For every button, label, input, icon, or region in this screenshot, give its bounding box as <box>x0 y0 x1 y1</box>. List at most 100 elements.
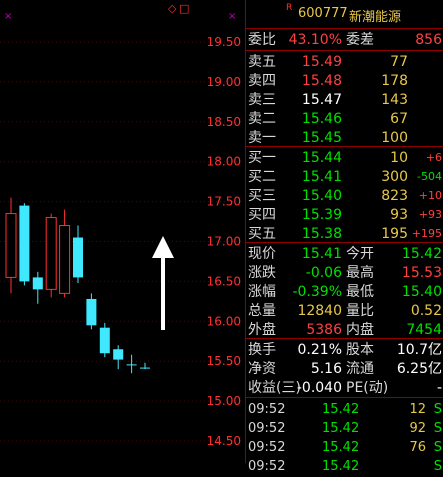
candle[interactable] <box>113 345 124 370</box>
square-icon[interactable]: □ <box>179 2 189 15</box>
chart-corner-marker-left: × <box>4 11 12 22</box>
diamond-icon[interactable]: ◇ <box>168 2 177 15</box>
quote-value: 15.40 <box>401 284 442 300</box>
candle[interactable] <box>5 197 17 294</box>
candle[interactable] <box>19 203 30 286</box>
quote-row[interactable]: 总量 12840 量比 0.52 <box>246 301 443 321</box>
candle[interactable] <box>140 362 150 370</box>
quote-label: 涨跌 <box>248 265 276 281</box>
bid-price: 15.40 <box>301 188 342 204</box>
quote-row[interactable]: 外盘 5386 内盘 7454 <box>246 320 443 340</box>
quote-value: 15.42 <box>401 246 442 262</box>
trade-time: 09:52 <box>248 459 286 474</box>
quote-label: 量比 <box>346 303 374 319</box>
quote-label: 外盘 <box>248 322 276 338</box>
bid-row[interactable]: 买一 15.44 10 +6 <box>246 148 443 168</box>
trade-row[interactable]: 09:52 15.42 S <box>246 457 443 477</box>
stat-value: 0.21% <box>297 342 342 358</box>
trade-volume: 92 <box>409 421 426 436</box>
candle[interactable] <box>59 209 71 298</box>
quote-row[interactable]: 现价 15.41 今开 15.42 <box>246 244 443 264</box>
candle[interactable] <box>86 293 97 330</box>
y-tick-label: 19.00 <box>207 75 241 89</box>
stock-header: R 600777 新潮能源 <box>246 0 443 28</box>
trade-time: 09:52 <box>248 402 286 417</box>
candle-body <box>86 298 97 326</box>
quote-row[interactable]: 涨幅 -0.39% 最低 15.40 <box>246 282 443 302</box>
trade-row[interactable]: 09:52 15.42 12 S <box>246 400 443 420</box>
ask-volume: 143 <box>381 92 408 108</box>
candle-body <box>59 225 71 294</box>
ask-level-label: 卖五 <box>248 54 276 70</box>
order-ratio-value: 43.10% <box>288 32 342 48</box>
candle-body <box>99 327 110 354</box>
quote-label: 内盘 <box>346 322 374 338</box>
trade-side: S <box>433 402 442 417</box>
quote-value: 7454 <box>406 322 442 338</box>
trade-row[interactable]: 09:52 15.42 76 S <box>246 438 443 458</box>
ask-price: 15.45 <box>301 130 342 146</box>
bid-volume: 195 <box>381 226 408 242</box>
candle[interactable] <box>32 271 43 304</box>
quote-label: 最高 <box>346 265 374 281</box>
trade-volume: 76 <box>409 440 426 455</box>
quote-label: 总量 <box>248 303 276 319</box>
stat-label: 流通 <box>346 361 374 377</box>
y-tick-label: 15.50 <box>207 354 241 368</box>
quote-row[interactable]: 涨跌 -0.06 最高 15.53 <box>246 263 443 283</box>
y-tick-label: 16.50 <box>207 274 241 288</box>
trade-side: S <box>433 421 442 436</box>
ask-level-label: 卖一 <box>248 130 276 146</box>
bid-volume-change: -504 <box>417 170 442 183</box>
stat-row[interactable]: 收益(三) -0.040 PE(动) - <box>246 378 443 398</box>
stat-row[interactable]: 换手 0.21% 股本 10.7亿 <box>246 340 443 360</box>
order-diff-value: 856 <box>415 32 442 48</box>
order-ratio-row: 委比 43.10% 委差 856 <box>246 30 443 50</box>
candle[interactable] <box>45 213 57 298</box>
trade-row[interactable]: 09:52 15.42 92 S <box>246 419 443 439</box>
bid-price: 15.38 <box>301 226 342 242</box>
ask-row[interactable]: 卖三 15.47 143 <box>246 90 443 110</box>
ask-row[interactable]: 卖四 15.48 178 <box>246 71 443 91</box>
candle-body <box>113 349 124 360</box>
bid-row[interactable]: 买四 15.39 93 +93 <box>246 205 443 225</box>
stock-name: 新潮能源 <box>349 10 402 25</box>
y-tick-label: 19.50 <box>207 35 241 49</box>
quote-value: 5386 <box>306 322 342 338</box>
trade-time: 09:52 <box>248 421 286 436</box>
y-tick-label: 18.00 <box>207 155 241 169</box>
divider <box>246 146 443 147</box>
y-tick-label: 18.50 <box>207 115 241 129</box>
stat-value: 10.7亿 <box>396 342 442 358</box>
trade-price: 15.42 <box>322 421 360 436</box>
trade-price: 15.42 <box>322 440 360 455</box>
candle[interactable] <box>73 225 83 283</box>
candlestick-chart[interactable]: × × ◇ □ 19.50 19.00 18.50 18.00 17.50 17.00 16… <box>0 0 243 463</box>
divider <box>246 397 443 398</box>
ask-price: 15.46 <box>301 111 342 127</box>
ask-level-label: 卖四 <box>248 73 276 89</box>
annotation-arrow <box>152 236 174 330</box>
candle-body <box>5 213 17 278</box>
bid-row[interactable]: 买五 15.38 195 +195 <box>246 224 443 244</box>
ask-row[interactable]: 卖五 15.49 77 <box>246 52 443 72</box>
bid-level-label: 买四 <box>248 207 276 223</box>
ask-row[interactable]: 卖一 15.45 100 <box>246 128 443 148</box>
bid-volume: 300 <box>381 169 408 185</box>
stat-label: PE(动) <box>346 380 389 396</box>
quote-value: 15.53 <box>401 265 442 281</box>
candle-body <box>126 364 137 366</box>
quote-value: 15.41 <box>301 246 342 262</box>
candle[interactable] <box>126 354 137 374</box>
ask-row[interactable]: 卖二 15.46 67 <box>246 109 443 129</box>
order-diff-label: 委差 <box>346 32 374 48</box>
trade-time: 09:52 <box>248 440 286 455</box>
candle[interactable] <box>99 322 110 358</box>
bid-row[interactable]: 买二 15.41 300 -504 <box>246 167 443 187</box>
candle-body <box>19 205 30 282</box>
bid-volume-change: +195 <box>411 227 442 240</box>
candle-body <box>32 277 43 290</box>
stat-label: 收益(三) <box>248 380 301 396</box>
bid-row[interactable]: 买三 15.40 823 +10 <box>246 186 443 206</box>
stat-row[interactable]: 净资 5.16 流通 6.25亿 <box>246 359 443 379</box>
